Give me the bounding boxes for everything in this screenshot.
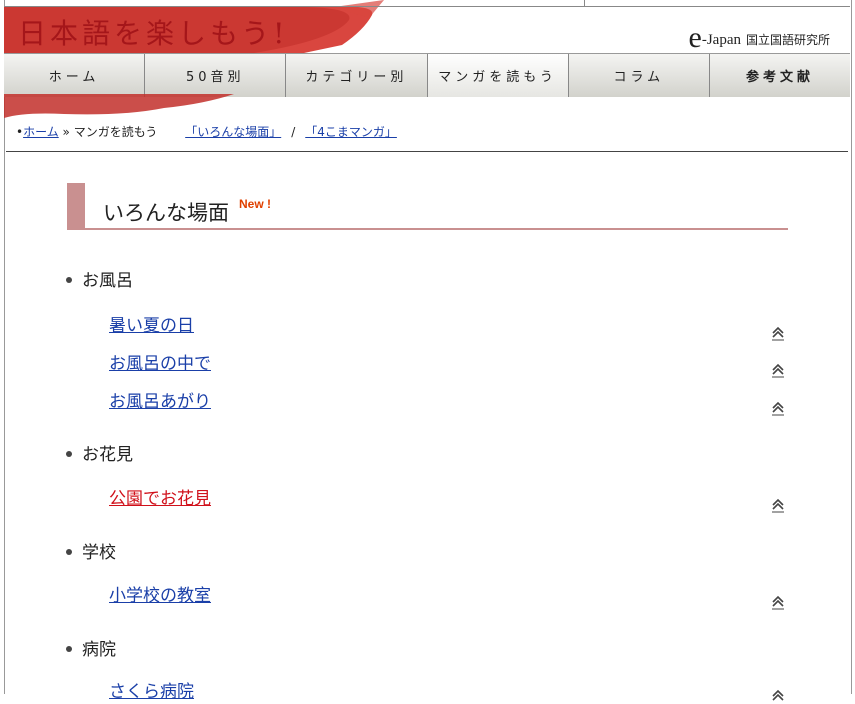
bullet-icon [66,645,72,652]
bullet-icon [66,450,72,457]
breadcrumb-arrow: » [58,125,74,139]
ejapan-logo-name: -Japan [701,32,741,48]
nav-column[interactable]: コラム [568,54,710,97]
manga-link[interactable]: さくら病院 [109,682,194,702]
breadcrumb-4koma-link[interactable]: 「4こまマンガ」 [305,125,397,139]
section-heading: いろんな場面 New ! [67,183,788,230]
category-school: 学校 [66,538,116,563]
back-to-top-icon[interactable] [770,594,786,610]
manga-link[interactable]: 小学校の教室 [109,586,211,606]
breadcrumb-current: マンガを読もう [73,125,158,139]
list-item: 暑い夏の日 [109,311,194,336]
manga-link[interactable]: 暑い夏の日 [109,316,194,336]
new-badge: New ! [239,197,272,211]
list-item: 公園でお花見 [109,484,211,509]
section-title: いろんな場面 [103,201,229,225]
nav-home[interactable]: ホーム [4,54,146,97]
list-item: お風呂あがり [109,387,211,412]
header-top-rule [4,6,850,7]
back-to-top-icon[interactable] [770,688,786,704]
site-logo[interactable]: 日本語を楽しもう! [18,12,288,52]
nav-gojuon[interactable]: 50音別 [145,54,287,97]
category-hospital: 病院 [66,635,116,660]
main-nav: ホーム 50音別 カテゴリー別 マンガを読もう コラム 参考文献 [4,54,851,97]
category-hanami: お花見 [66,440,133,465]
section-heading-bar [67,183,85,230]
site-header: 日本語を楽しもう! e-Japan 国立国語研究所 [4,0,850,54]
nav-category[interactable]: カテゴリー別 [286,54,428,97]
bullet-icon [66,548,72,555]
list-item: さくら病院 [109,677,194,702]
back-to-top-icon[interactable] [770,325,786,341]
breadcrumb-separator: / [291,125,296,139]
bullet-icon [66,276,72,283]
manga-link[interactable]: 公園でお花見 [109,489,211,509]
nav-references[interactable]: 参考文献 [709,54,851,97]
category-bath: お風呂 [66,266,133,291]
breadcrumb-home-link[interactable]: ホーム [23,125,59,139]
breadcrumb-rule [6,151,848,152]
back-to-top-icon[interactable] [770,400,786,416]
category-label: お風呂 [82,271,133,291]
header-divider [584,0,585,6]
breadcrumb-scenes-link[interactable]: 「いろんな場面」 [185,125,281,139]
list-item: お風呂の中で [109,349,211,374]
manga-link[interactable]: お風呂あがり [109,392,211,412]
back-to-top-icon[interactable] [770,362,786,378]
nav-manga[interactable]: マンガを読もう [427,54,569,97]
manga-link[interactable]: お風呂の中で [109,354,211,374]
brush-drip-decoration [4,94,234,118]
category-label: 病院 [82,640,116,660]
breadcrumb: •ホーム » マンガを読もう 「いろんな場面」 / 「4こまマンガ」 [16,123,397,140]
ejapan-logo[interactable]: e-Japan 国立国語研究所 [688,18,831,54]
category-label: 学校 [82,543,116,563]
list-item: 小学校の教室 [109,581,211,606]
ejapan-logo-e: e [688,21,702,54]
section-heading-underline [67,228,788,230]
category-label: お花見 [82,445,133,465]
back-to-top-icon[interactable] [770,497,786,513]
ninjal-label: 国立国語研究所 [745,33,830,47]
